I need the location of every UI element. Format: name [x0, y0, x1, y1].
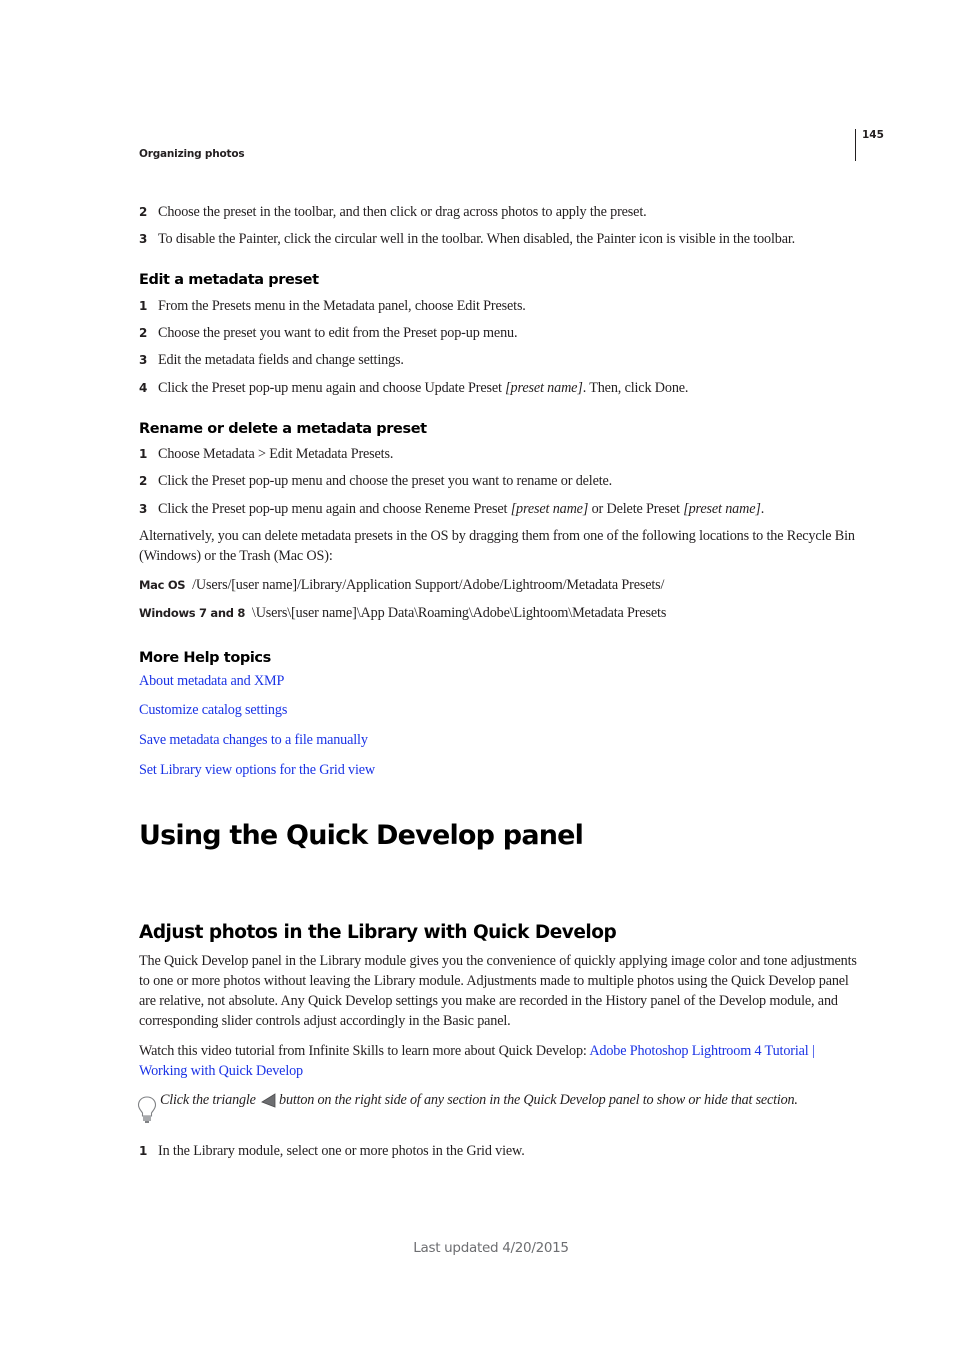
step-text: From the Presets menu in the Metadata pa… — [158, 298, 526, 314]
step-number: 2 — [139, 326, 148, 340]
list-item: 4 Click the Preset pop-up menu again and … — [139, 379, 688, 397]
step-number: 2 — [139, 474, 148, 488]
help-link-catalog-settings[interactable]: Customize catalog settings — [139, 702, 287, 719]
list-item: 1 From the Presets menu in the Metadata p… — [139, 297, 526, 315]
video-text: Watch this video tutorial from Infinite … — [139, 1043, 590, 1059]
step-text: Edit the metadata fields and change sett… — [158, 352, 404, 368]
list-item: 3 Edit the metadata fields and change set… — [139, 351, 404, 369]
step-number: 1 — [139, 447, 148, 461]
step-number: 3 — [139, 353, 148, 367]
step-placeholder: [preset name] — [510, 501, 589, 517]
video-paragraph: Watch this video tutorial from Infinite … — [139, 1041, 859, 1081]
step-text: . Then, click Done. — [582, 380, 689, 396]
triangle-icon — [261, 1092, 277, 1113]
step-number: 1 — [139, 299, 148, 313]
help-link-save-metadata[interactable]: Save metadata changes to a file manually — [139, 732, 368, 749]
location-label: Mac OS — [139, 578, 186, 592]
page-divider — [855, 129, 856, 161]
step-text: Choose Metadata > Edit Metadata Presets. — [158, 446, 394, 462]
step-number: 3 — [139, 502, 148, 516]
section-heading: Adjust photos in the Library with Quick … — [139, 922, 617, 943]
step-text: . — [760, 501, 765, 517]
lightbulb-icon — [137, 1096, 157, 1129]
location-label: Windows 7 and 8 — [139, 606, 246, 620]
edit-preset-heading: Edit a metadata preset — [139, 272, 319, 288]
step-text: Click the Preset pop-up menu and choose … — [158, 473, 613, 489]
location-mac: Mac OS /Users/[user name]/Library/Applic… — [139, 576, 664, 594]
section-title: Organizing photos — [139, 148, 245, 160]
list-item: 2 Click the Preset pop-up menu and choose… — [139, 472, 612, 490]
last-updated: Last updated 4/20/2015 — [413, 1240, 569, 1256]
step-text: Click the Preset pop-up menu again and c… — [158, 501, 511, 517]
alternative-paragraph: Alternatively, you can delete metadata p… — [139, 528, 855, 564]
list-item: 1 In the Library module, select one or mo… — [139, 1142, 525, 1160]
list-item: 3 Click the Preset pop-up menu again and … — [139, 500, 764, 518]
step-placeholder: [preset name] — [683, 501, 761, 517]
step-number: 2 — [139, 205, 148, 219]
step-number: 1 — [139, 1144, 148, 1158]
step-text: In the Library module, select one or mor… — [158, 1143, 525, 1159]
page-number: 145 — [862, 129, 884, 141]
step-number: 4 — [139, 381, 148, 395]
help-link-grid-view-options[interactable]: Set Library view options for the Grid vi… — [139, 762, 375, 779]
help-link-metadata-xmp[interactable]: About metadata and XMP — [139, 673, 284, 690]
step-text: Click the Preset pop-up menu again and c… — [158, 380, 506, 396]
step-placeholder: [preset name] — [505, 380, 583, 396]
location-path: /Users/[user name]/Library/Application S… — [192, 577, 665, 593]
more-help-heading: More Help topics — [139, 650, 271, 666]
location-windows: Windows 7 and 8 \Users\[user name]\App D… — [139, 604, 666, 622]
step-text: or Delete Preset — [588, 501, 684, 517]
step-number: 3 — [139, 232, 148, 246]
tip-text-before: Click the triangle — [160, 1092, 260, 1108]
list-item: 2 Choose the preset in the toolbar, and t… — [139, 203, 647, 221]
tip-text-after: button on the right side of any section … — [279, 1092, 798, 1108]
tip-text: Click the triangle button on the right s… — [160, 1092, 798, 1113]
rename-preset-heading: Rename or delete a metadata preset — [139, 421, 427, 437]
list-item: 1 Choose Metadata > Edit Metadata Presets… — [139, 445, 393, 463]
intro-paragraph: The Quick Develop panel in the Library m… — [139, 953, 857, 1029]
list-item: 2 Choose the preset you want to edit from… — [139, 324, 518, 342]
location-path: \Users\[user name]\App Data\Roaming\Adob… — [251, 605, 667, 621]
step-text: Choose the preset in the toolbar, and th… — [158, 204, 647, 220]
step-text: Choose the preset you want to edit from … — [158, 325, 518, 341]
list-item: 3 To disable the Painter, click the circu… — [139, 230, 795, 248]
chapter-title: Using the Quick Develop panel — [139, 820, 584, 851]
step-text: To disable the Painter, click the circul… — [158, 231, 796, 247]
